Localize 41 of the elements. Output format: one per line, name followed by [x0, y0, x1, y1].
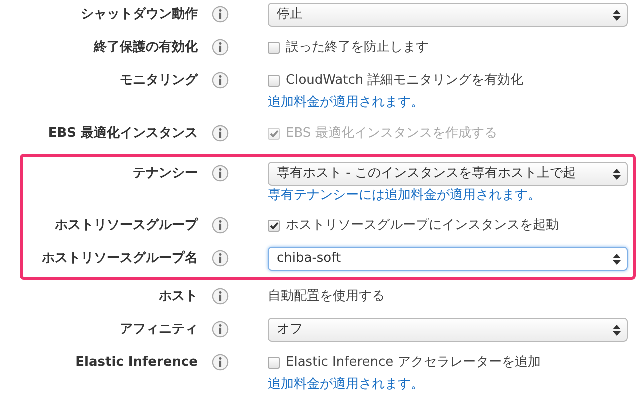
- select-field[interactable]: chiba-soft: [268, 247, 628, 271]
- checkbox[interactable]: [268, 42, 280, 54]
- checkbox-label: EBS 最適化インスタンスを作成する: [286, 124, 498, 142]
- updown-icon: [613, 168, 621, 180]
- checkbox[interactable]: [268, 75, 280, 87]
- field-value: 自動配置を使用する: [268, 288, 386, 306]
- info-icon[interactable]: [212, 288, 229, 305]
- field-label: 終了保護の有効化: [92, 39, 199, 57]
- info-icon[interactable]: [212, 321, 229, 338]
- updown-icon: [613, 254, 621, 265]
- field-label: テナンシー: [132, 164, 199, 182]
- field-label: モニタリング: [119, 72, 200, 90]
- pricing-link[interactable]: 追加料金が適用されます。: [268, 95, 424, 110]
- field-label: ホストリソースグループ: [54, 216, 200, 235]
- checkbox[interactable]: [268, 220, 280, 232]
- checkbox-label: Elastic Inference アクセラレーターを追加: [286, 354, 541, 372]
- info-icon[interactable]: [212, 39, 229, 56]
- pricing-link[interactable]: 追加料金が適用されます。: [268, 377, 424, 392]
- field-label: アフィニティ: [119, 321, 199, 339]
- updown-icon: [613, 325, 621, 336]
- field-label: ホスト: [158, 288, 199, 306]
- info-icon[interactable]: [212, 217, 229, 234]
- checkbox-label: 誤った終了を防止します: [286, 39, 429, 57]
- select-field[interactable]: 停止: [268, 3, 628, 27]
- field-label: Elastic Inference: [74, 354, 199, 372]
- updown-icon: [613, 10, 621, 21]
- info-icon[interactable]: [212, 250, 229, 267]
- field-label: シャットダウン動作: [80, 6, 199, 24]
- checkbox-label: CloudWatch 詳細モニタリングを有効化: [286, 72, 524, 90]
- select-field[interactable]: 専有ホスト - このインスタンスを専有ホスト上で起: [268, 162, 628, 186]
- field-label: EBS 最適化インスタンス: [47, 124, 199, 142]
- select-field[interactable]: オフ: [268, 318, 628, 342]
- info-icon[interactable]: [212, 72, 229, 89]
- pricing-link[interactable]: 専有テナンシーには追加料金が適用されます。: [268, 188, 541, 202]
- info-icon[interactable]: [212, 6, 229, 23]
- info-icon[interactable]: [212, 354, 229, 371]
- info-icon[interactable]: [212, 124, 229, 142]
- field-label: ホストリソースグループ名: [41, 250, 199, 268]
- info-icon[interactable]: [212, 164, 229, 182]
- checkbox-label: ホストリソースグループにインスタンスを起動: [286, 217, 559, 235]
- checkbox[interactable]: [268, 357, 280, 369]
